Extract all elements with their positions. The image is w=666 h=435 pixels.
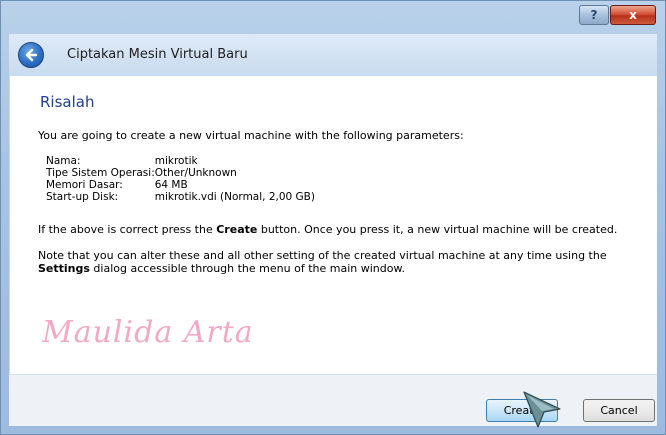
parameter-row: Nama: mikrotik [46, 155, 315, 167]
intro-text: You are going to create a new virtual ma… [38, 129, 464, 142]
page-heading: Risalah [40, 93, 95, 111]
create-instruction-text: button. Once you press it, a new virtual… [257, 223, 618, 236]
create-instruction: If the above is correct press the Create… [38, 223, 648, 236]
parameter-row: Memori Dasar: 64 MB [46, 179, 315, 191]
settings-note: Note that you can alter these and all ot… [38, 249, 648, 275]
parameter-key: Memori Dasar: [46, 179, 123, 191]
back-button[interactable] [18, 42, 44, 68]
parameter-value: mikrotik [154, 155, 198, 167]
cancel-button[interactable]: Cancel [583, 399, 655, 422]
close-button[interactable]: x [610, 5, 656, 25]
parameter-key: Tipe Sistem Operasi: [46, 167, 155, 179]
parameter-value: 64 MB [154, 179, 188, 191]
settings-keyword: Settings [38, 262, 90, 275]
create-instruction-text: If the above is correct press the [38, 223, 217, 236]
help-button[interactable]: ? [579, 5, 609, 25]
parameter-value: Other/Unknown [154, 167, 237, 179]
wizard-window: ? x Ciptakan Mesin Virtual Baru Risalah … [0, 0, 666, 435]
settings-note-text: Note that you can alter these and all ot… [38, 249, 607, 262]
parameters-table: Nama: mikrotik Tipe Sistem Operasi: Othe… [46, 155, 315, 203]
parameter-row: Start-up Disk: mikrotik.vdi (Normal, 2,0… [46, 191, 315, 203]
create-keyword: Create [216, 223, 258, 236]
dialog-title: Ciptakan Mesin Virtual Baru [67, 47, 248, 62]
parameter-row: Tipe Sistem Operasi: Other/Unknown [46, 167, 315, 179]
summary-page: Risalah You are going to create a new vi… [9, 76, 657, 374]
parameter-key: Start-up Disk: [46, 191, 119, 203]
watermark: Maulida Arta [42, 315, 254, 350]
title-bar[interactable]: ? x [1, 1, 665, 31]
settings-note-text: dialog accessible through the menu of th… [89, 262, 405, 275]
parameter-key: Nama: [46, 155, 81, 167]
parameter-value: mikrotik.vdi (Normal, 2,00 GB) [154, 191, 315, 203]
wizard-header: Ciptakan Mesin Virtual Baru [9, 34, 657, 76]
cursor-icon [523, 391, 561, 428]
back-arrow-icon [25, 48, 38, 62]
